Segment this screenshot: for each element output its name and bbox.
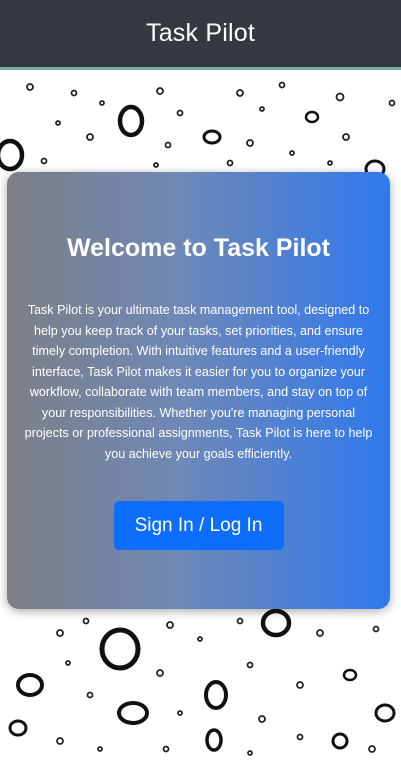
top-navbar: Task Pilot xyxy=(0,0,401,70)
welcome-card: Welcome to Task Pilot Task Pilot is your… xyxy=(7,172,390,609)
welcome-heading: Welcome to Task Pilot xyxy=(66,234,331,262)
app-title: Task Pilot xyxy=(146,19,255,47)
sign-in-button[interactable]: Sign In / Log In xyxy=(113,501,284,550)
welcome-description: Task Pilot is your ultimate task managem… xyxy=(24,303,373,461)
app-root: Task Pilot Welcome to Task Pilot Task Pi… xyxy=(0,0,401,761)
